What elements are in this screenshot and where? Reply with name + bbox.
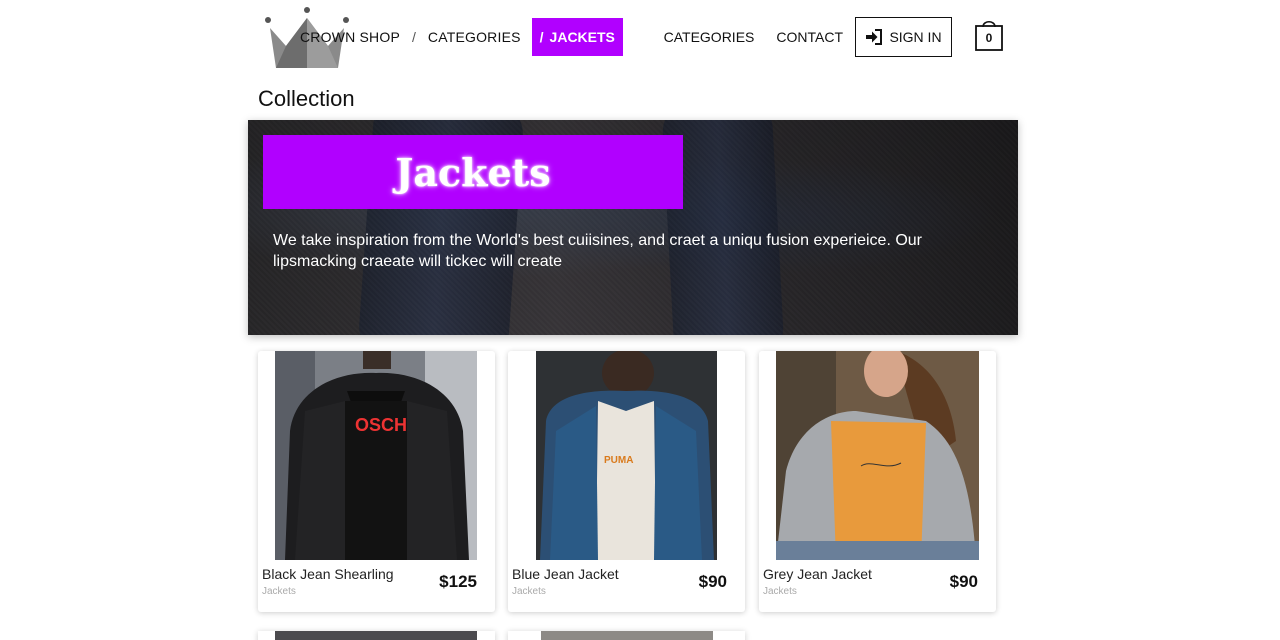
product-image[interactable]: OSCH (275, 351, 477, 560)
product-category: Jackets (262, 586, 296, 597)
breadcrumb-active-slash: / (539, 29, 544, 45)
breadcrumb: CROWN SHOP / CATEGORIES / JACKETS (300, 18, 623, 56)
svg-text:PUMA: PUMA (604, 455, 633, 466)
nav-contact-link[interactable]: CONTACT (776, 29, 843, 45)
breadcrumb-categories[interactable]: CATEGORIES (428, 29, 521, 45)
sign-in-label: SIGN IN (889, 29, 942, 45)
breadcrumb-crown-shop[interactable]: CROWN SHOP (300, 29, 400, 45)
product-name: Grey Jean Jacket (763, 566, 872, 582)
breadcrumb-jackets-active[interactable]: / JACKETS (531, 18, 623, 56)
svg-text:OSCH: OSCH (355, 415, 407, 435)
banner-title: Jackets (395, 149, 551, 195)
sign-in-icon (866, 29, 883, 45)
sign-in-button[interactable]: SIGN IN (855, 17, 952, 57)
main-nav: CATEGORIES CONTACT SIGN IN 0 (664, 17, 1004, 57)
breadcrumb-separator: / (412, 29, 416, 45)
product-image[interactable] (275, 631, 477, 640)
category-banner: Jackets We take inspiration from the Wor… (248, 120, 1018, 335)
cart-count: 0 (985, 31, 993, 45)
product-image[interactable] (776, 351, 979, 560)
product-name: Blue Jean Jacket (512, 566, 619, 582)
product-category: Jackets (763, 586, 797, 597)
product-name: Black Jean Shearling (262, 566, 394, 582)
nav-categories-link[interactable]: CATEGORIES (664, 29, 755, 45)
product-card[interactable]: Grey Jean Jacket Jackets $90 (759, 351, 996, 612)
product-card[interactable]: OSCH Black Jean Shearling Jackets $125 (258, 351, 495, 612)
product-image[interactable] (541, 631, 713, 640)
product-card[interactable]: PUMA Blue Jean Jacket Jackets $90 (508, 351, 745, 612)
product-price: $90 (698, 572, 727, 591)
product-price: $125 (439, 572, 477, 591)
cart-button[interactable]: 0 (974, 17, 1004, 57)
product-card-partial[interactable] (508, 631, 745, 640)
product-image[interactable]: PUMA (536, 351, 717, 560)
banner-description: We take inspiration from the World's bes… (273, 232, 923, 270)
product-price: $90 (949, 572, 978, 591)
banner-title-box: Jackets (263, 135, 683, 209)
breadcrumb-jackets-label: JACKETS (549, 29, 615, 45)
product-category: Jackets (512, 586, 546, 597)
product-card-partial[interactable] (258, 631, 495, 640)
page-title: Collection (258, 86, 355, 111)
